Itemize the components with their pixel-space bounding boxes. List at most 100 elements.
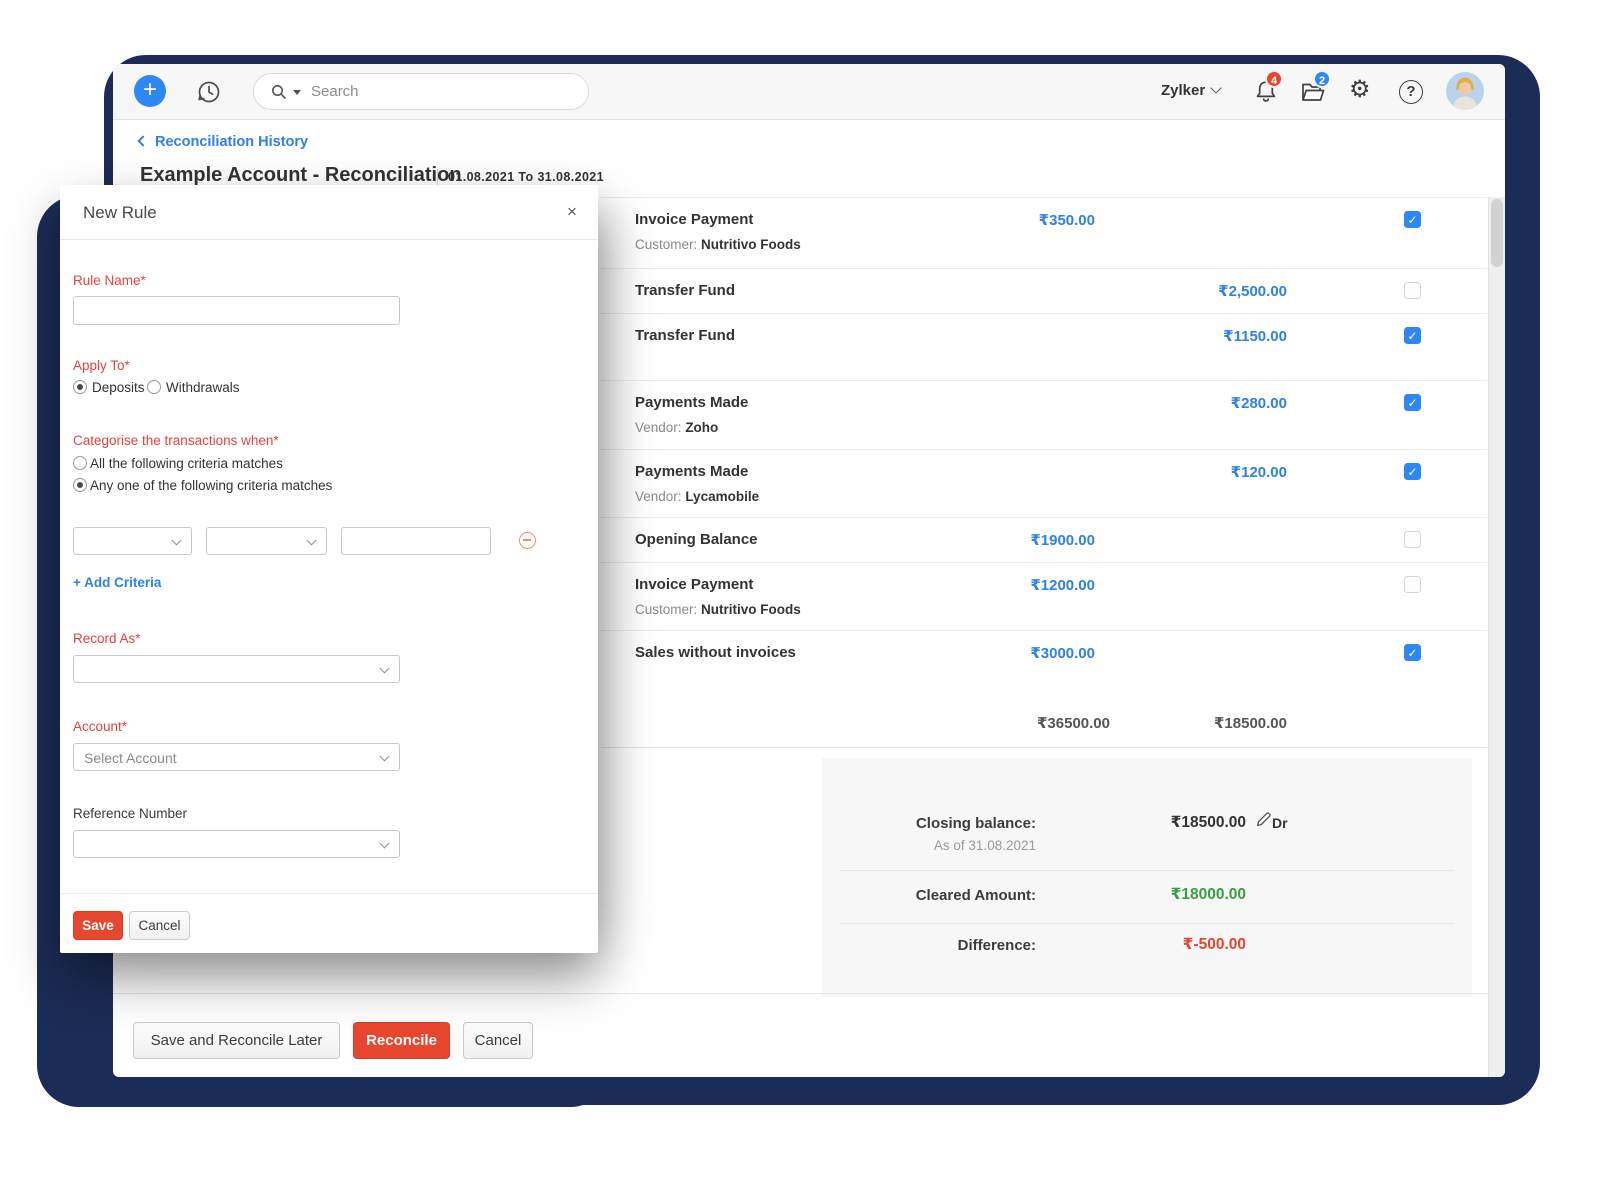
modal-header: New Rule × [60, 185, 598, 240]
row-checkbox[interactable]: ✓ [1404, 463, 1421, 480]
withdrawal-amount: ₹120.00 [1231, 463, 1287, 481]
gear-icon: ⚙ [1349, 76, 1371, 103]
row-checkbox[interactable]: ✓ [1404, 644, 1421, 661]
chevron-down-icon [1211, 82, 1222, 93]
save-reconcile-later-button[interactable]: Save and Reconcile Later [133, 1022, 340, 1059]
folder-icon [1300, 91, 1327, 108]
scrollbar-track [1488, 197, 1505, 1077]
reconcile-summary-panel: Closing balance: As of 31.08.2021 ₹18500… [822, 758, 1472, 997]
quick-create-button[interactable]: + [134, 75, 166, 107]
search-input[interactable]: Search [253, 73, 589, 110]
rule-name-input[interactable] [73, 296, 400, 325]
table-row: Invoice Payment Customer: Nutritivo Food… [601, 563, 1487, 631]
radio-withdrawals[interactable] [147, 380, 161, 394]
modal-footer-divider [60, 893, 598, 894]
bell-icon [1253, 92, 1279, 109]
help-icon: ? [1406, 83, 1415, 100]
org-dropdown[interactable]: Zylker [1161, 82, 1220, 100]
reference-number-label: Reference Number [73, 806, 187, 821]
chevron-down-icon [307, 536, 317, 546]
reconcile-button[interactable]: Reconcile [353, 1022, 450, 1059]
table-row: Transfer Fund ₹1150.00 ✓ [601, 314, 1487, 381]
remove-criteria-icon[interactable] [519, 532, 536, 549]
withdrawal-amount: ₹2,500.00 [1218, 282, 1287, 300]
check-icon: ✓ [1407, 646, 1417, 660]
reference-number-select[interactable] [73, 830, 400, 858]
criteria-value-input[interactable] [341, 527, 491, 555]
deposit-amount: ₹3000.00 [1030, 644, 1095, 662]
new-rule-modal: New Rule × Rule Name* Apply To* Deposits… [60, 185, 598, 953]
footer-divider [113, 993, 1505, 994]
chevron-down-icon [172, 536, 182, 546]
documents-badge: 2 [1313, 70, 1331, 88]
modal-title: New Rule [83, 203, 157, 223]
withdrawal-amount: ₹280.00 [1231, 394, 1287, 412]
totals-row: ₹36500.00 ₹18500.00 [601, 712, 1487, 748]
difference-label: Difference: [958, 937, 1036, 954]
record-as-label: Record As* [73, 631, 141, 646]
table-row: Payments Made Vendor: Zoho ₹280.00 ✓ [601, 381, 1487, 450]
search-placeholder: Search [311, 83, 359, 100]
chevron-down-icon [380, 839, 390, 849]
settings-button[interactable]: ⚙ [1349, 77, 1371, 103]
deposit-amount: ₹1900.00 [1030, 531, 1095, 549]
search-scope-caret-icon[interactable] [293, 90, 301, 95]
deposit-amount: ₹1200.00 [1030, 576, 1095, 594]
cancel-button[interactable]: Cancel [129, 911, 190, 940]
closing-balance-date: As of 31.08.2021 [934, 838, 1036, 853]
notifications-badge: 4 [1265, 70, 1283, 88]
history-button[interactable] [195, 78, 223, 106]
dr-suffix: Dr [1272, 815, 1288, 831]
row-checkbox[interactable]: ✓ [1404, 327, 1421, 344]
chevron-down-icon [380, 664, 390, 674]
row-checkbox[interactable]: ✓ [1404, 211, 1421, 228]
radio-any-criteria[interactable] [73, 478, 87, 492]
cleared-amount-value: ₹18000.00 [1171, 885, 1246, 904]
add-criteria-link[interactable]: + Add Criteria [73, 575, 161, 590]
save-button[interactable]: Save [73, 911, 123, 940]
divider [840, 923, 1454, 924]
divider [840, 870, 1454, 871]
account-label: Account* [73, 719, 127, 734]
closing-balance-value: ₹18500.00 [1171, 813, 1246, 832]
scrollbar-thumb[interactable] [1491, 199, 1503, 267]
difference-value: ₹-500.00 [1183, 935, 1246, 954]
check-icon: ✓ [1407, 396, 1417, 410]
pencil-icon [1255, 815, 1272, 832]
history-clock-icon [195, 78, 223, 106]
chevron-left-icon [137, 135, 148, 146]
transactions-table: Invoice Payment Customer: Nutritivo Food… [601, 197, 1487, 757]
page-title: Example Account - Reconciliation [140, 164, 462, 187]
table-row: Opening Balance ₹1900.00 [601, 518, 1487, 563]
table-row: Transfer Fund ₹2,500.00 [601, 269, 1487, 314]
criteria-comparator-select[interactable] [206, 527, 327, 555]
closing-balance-label: Closing balance: [916, 815, 1036, 832]
row-checkbox[interactable] [1404, 282, 1421, 299]
title-separator [437, 169, 438, 186]
table-row: Payments Made Vendor: Lycamobile ₹120.00… [601, 450, 1487, 518]
edit-closing-balance-button[interactable] [1255, 811, 1272, 833]
deposit-amount: ₹350.00 [1039, 211, 1095, 229]
close-icon[interactable]: × [560, 200, 584, 224]
search-icon [271, 84, 287, 105]
deposit-total: ₹36500.00 [1037, 714, 1110, 732]
account-select[interactable]: Select Account [73, 743, 400, 771]
row-checkbox[interactable] [1404, 576, 1421, 593]
categorise-label: Categorise the transactions when* [73, 433, 279, 448]
record-as-select[interactable] [73, 655, 400, 683]
help-button[interactable]: ? [1399, 80, 1423, 104]
avatar[interactable] [1446, 72, 1484, 115]
radio-deposits[interactable] [73, 380, 87, 394]
row-checkbox[interactable]: ✓ [1404, 394, 1421, 411]
radio-all-criteria[interactable] [73, 456, 87, 470]
breadcrumb[interactable]: Reconciliation History [139, 133, 308, 151]
table-row: Invoice Payment Customer: Nutritivo Food… [601, 198, 1487, 269]
table-row: Sales without invoices ₹3000.00 ✓ [601, 631, 1487, 712]
chevron-down-icon [380, 752, 390, 762]
row-checkbox[interactable] [1404, 531, 1421, 548]
criteria-field-select[interactable] [73, 527, 192, 555]
footer-cancel-button[interactable]: Cancel [463, 1022, 533, 1059]
apply-to-label: Apply To* [73, 358, 130, 373]
check-icon: ✓ [1407, 329, 1417, 343]
check-icon: ✓ [1407, 213, 1417, 227]
